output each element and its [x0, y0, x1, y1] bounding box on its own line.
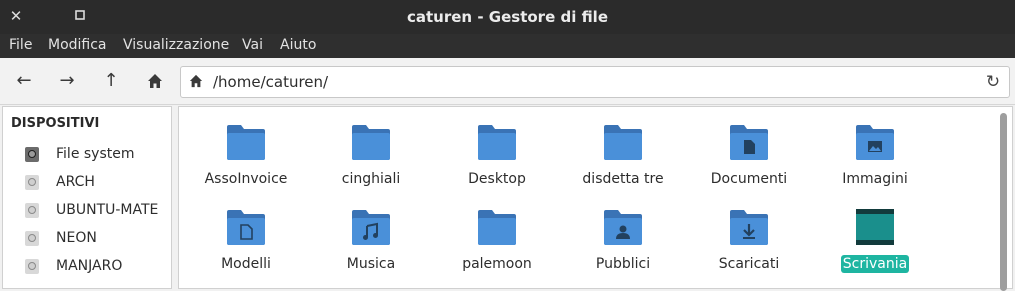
sidebar-heading: DISPOSITIVI [11, 116, 100, 131]
sidebar-item-neon[interactable]: NEON [25, 228, 165, 250]
file-item-immagini[interactable]: Immagini [815, 123, 935, 197]
folder-pictures-icon [855, 123, 895, 163]
file-name: Modelli [221, 256, 271, 272]
drive-icon [25, 203, 39, 218]
forward-button[interactable]: → [55, 70, 79, 92]
menu-vai[interactable]: Vai [242, 37, 263, 53]
file-item-scrivania[interactable]: Scrivania [815, 208, 935, 282]
sidebar-item-label: NEON [56, 230, 97, 246]
file-name: Scaricati [718, 256, 780, 272]
file-view[interactable]: AssoInvoice cinghiali Desktop disdetta t… [178, 106, 1013, 291]
drive-icon [25, 147, 39, 162]
file-name: Pubblici [595, 256, 651, 272]
up-button[interactable]: ↑ [99, 70, 123, 92]
home-icon [189, 74, 205, 90]
file-item-pubblici[interactable]: Pubblici [563, 208, 683, 282]
file-name: Desktop [468, 171, 526, 187]
file-item-desktop[interactable]: Desktop [437, 123, 557, 197]
location-bar[interactable]: /home/caturen/ ↻ [180, 66, 1010, 98]
menu-aiuto[interactable]: Aiuto [280, 37, 316, 53]
file-name: Musica [346, 256, 396, 272]
drive-icon [25, 175, 39, 190]
folder-music-icon [351, 208, 391, 248]
file-item-cinghiali[interactable]: cinghiali [311, 123, 431, 197]
sidebar-item-label: File system [56, 146, 135, 162]
sidebar-item-ubuntu-mate[interactable]: UBUNTU-MATE [25, 200, 165, 222]
sidebar-item-manjaro[interactable]: MANJARO [25, 256, 165, 278]
desktop-folder-icon [855, 208, 895, 248]
arrow-left-icon: ← [16, 70, 32, 91]
folder-icon [603, 123, 643, 163]
home-icon [147, 73, 163, 94]
reload-icon[interactable]: ↻ [984, 73, 1002, 91]
file-item-modelli[interactable]: Modelli [186, 208, 306, 282]
file-item-palemoon[interactable]: palemoon [437, 208, 557, 282]
folder-icon [477, 123, 517, 163]
drive-icon [25, 231, 39, 246]
back-button[interactable]: ← [12, 70, 36, 92]
folder-documents-icon [729, 123, 769, 163]
file-item-documenti[interactable]: Documenti [689, 123, 809, 197]
sidebar-item-arch[interactable]: ARCH [25, 172, 165, 194]
file-item-musica[interactable]: Musica [311, 208, 431, 282]
arrow-right-icon: → [59, 70, 75, 91]
folder-download-icon [729, 208, 769, 248]
sidebar: DISPOSITIVI File system ARCH UBUNTU-MATE… [2, 106, 172, 289]
scrollbar[interactable] [1000, 113, 1007, 291]
file-name: palemoon [462, 256, 532, 272]
arrow-up-icon: ↑ [103, 70, 119, 91]
file-name: AssoInvoice [204, 171, 288, 187]
sidebar-item-label: MANJARO [56, 258, 123, 274]
sidebar-item-file-system[interactable]: File system [25, 144, 165, 166]
window-title: caturen - Gestore di file [407, 8, 608, 26]
menu-visualizzazione[interactable]: Visualizzazione [123, 37, 229, 53]
file-item-scaricati[interactable]: Scaricati [689, 208, 809, 282]
selected-file-label: Scrivania [840, 255, 910, 273]
sidebar-item-label: ARCH [56, 174, 95, 190]
file-name: Immagini [842, 171, 908, 187]
title-bar: ✕ caturen - Gestore di file [0, 0, 1015, 34]
menu-bar: File Modifica Visualizzazione Vai Aiuto [0, 34, 1015, 58]
folder-templates-icon [226, 208, 266, 248]
file-name: Documenti [710, 171, 788, 187]
file-item-disdetta-tre[interactable]: disdetta tre [563, 123, 683, 197]
file-item-assoinvoice[interactable]: AssoInvoice [186, 123, 306, 197]
folder-icon [351, 123, 391, 163]
drive-icon [25, 259, 39, 274]
folder-icon [226, 123, 266, 163]
folder-public-icon [603, 208, 643, 248]
toolbar: ← → ↑ /home/caturen/ ↻ [0, 58, 1015, 105]
home-button[interactable] [143, 70, 167, 92]
file-name: disdetta tre [582, 171, 664, 187]
menu-file[interactable]: File [9, 37, 32, 53]
sidebar-item-label: UBUNTU-MATE [56, 202, 159, 218]
menu-modifica[interactable]: Modifica [48, 37, 107, 53]
file-name: Scrivania [815, 255, 935, 273]
file-name: cinghiali [341, 171, 401, 187]
location-path[interactable]: /home/caturen/ [213, 73, 328, 91]
folder-icon [477, 208, 517, 248]
